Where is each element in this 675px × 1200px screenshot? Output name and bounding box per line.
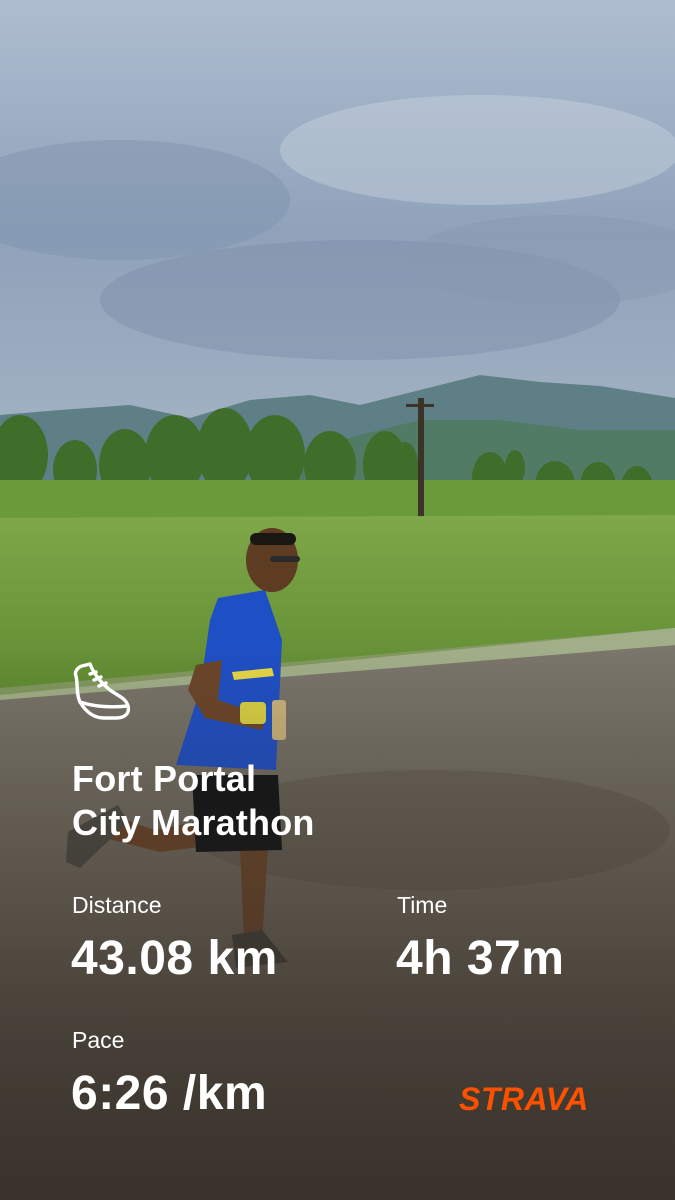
activity-title-line1: Fort Portal: [72, 758, 257, 799]
running-shoe-icon: [73, 662, 131, 720]
time-label: Time: [397, 892, 448, 918]
distance-label: Distance: [72, 892, 162, 918]
pace-label: Pace: [72, 1027, 125, 1053]
pace-value: 6:26 /km: [71, 1067, 268, 1120]
time-value: 4h 37m: [396, 932, 565, 985]
strava-logo: STRAVA: [459, 1081, 589, 1117]
activity-title-line2: City Marathon: [72, 802, 315, 843]
activity-title: Fort Portal City Marathon: [72, 757, 315, 845]
distance-value: 43.08 km: [71, 932, 278, 985]
